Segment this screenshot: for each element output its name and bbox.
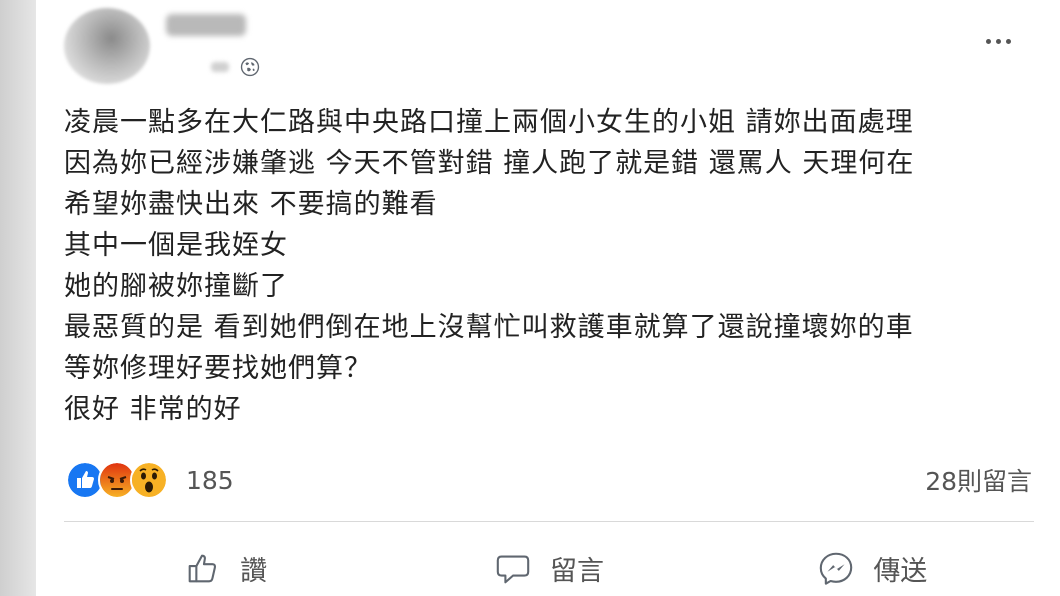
divider [64,521,1034,522]
like-button[interactable]: 讚 [64,549,387,588]
comment-count-link[interactable]: 28則留言 [925,462,1032,498]
post-text-line: 因為妳已經涉嫌肇逃 今天不管對錯 撞人跑了就是錯 還罵人 天理何在 [64,148,915,179]
comment-button[interactable]: 留言 [387,549,710,588]
post-body: 凌晨一點多在大仁路與中央路口撞上兩個小女生的小姐 請妳出面處理 因為妳已經涉嫌肇… [64,102,1044,430]
more-options-icon [985,38,991,44]
post-text-line: 她的腳被妳撞斷了 [64,271,288,302]
send-button-label: 傳送 [873,555,928,587]
action-bar: 讚 留言 傳送 [64,540,1034,596]
post-card: 凌晨一點多在大仁路與中央路口撞上兩個小女生的小姐 請妳出面處理 因為妳已經涉嫌肇… [36,0,1060,596]
reaction-summary[interactable]: 185 [66,460,234,500]
more-options-dot [995,38,1001,44]
more-options-button[interactable] [976,28,1020,54]
post-text-line: 等妳修理好要找她們算？ [64,353,372,384]
comment-bubble-icon [496,555,530,584]
post-text-line: 希望妳盡快出來 不要搞的難看 [64,189,438,220]
messenger-icon [820,552,853,585]
post-meta [211,56,261,78]
post-text-line: 其中一個是我姪女 [64,230,288,261]
wow-icon [130,461,168,499]
post-text-line: 很好 非常的好 [64,394,242,425]
author-name-blurred[interactable] [166,14,246,36]
public-globe-icon[interactable] [239,56,261,78]
send-button[interactable]: 傳送 [711,549,1034,588]
comment-button-label: 留言 [549,555,604,587]
background-left-edge [0,0,36,596]
like-button-label: 讚 [240,555,268,587]
reaction-count: 185 [186,465,234,495]
avatar[interactable] [64,8,150,84]
more-options-dot [1005,38,1011,44]
timestamp-blurred[interactable] [211,62,229,72]
thumbs-up-icon [188,554,217,583]
post-text-line: 最惡質的是 看到她們倒在地上沒幫忙叫救護車就算了還說撞壞妳的車 [64,312,914,343]
post-text-line: 凌晨一點多在大仁路與中央路口撞上兩個小女生的小姐 請妳出面處理 [64,107,914,138]
